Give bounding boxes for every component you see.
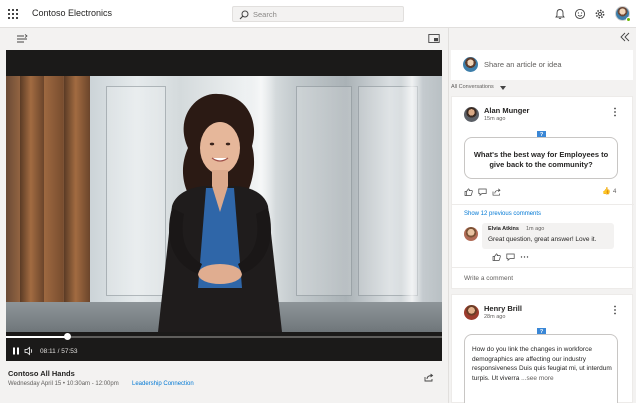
card-divider xyxy=(452,267,634,268)
top-bar: Contoso Electronics Search xyxy=(0,0,636,28)
composer-avatar xyxy=(463,57,478,72)
collapse-panel-icon[interactable] xyxy=(619,32,631,42)
caret-down-icon[interactable] xyxy=(500,86,506,90)
thumbs-up-icon: 👍 xyxy=(602,188,611,195)
bell-icon[interactable] xyxy=(554,8,566,20)
search-icon xyxy=(239,10,249,20)
author-avatar[interactable] xyxy=(464,107,479,122)
reply-comment-icon[interactable] xyxy=(506,253,515,261)
see-more-link[interactable]: ...see more xyxy=(521,375,554,382)
video-title: Contoso All Hands xyxy=(8,369,75,378)
reply-more-icon[interactable] xyxy=(520,253,529,261)
search-input[interactable]: Search xyxy=(253,10,277,19)
post-composer[interactable]: Share an article or idea xyxy=(451,50,633,80)
like-icon[interactable] xyxy=(464,188,473,196)
video-date: Wednesday April 15 • 10:30am - 12:00pm xyxy=(8,381,119,387)
smiley-icon[interactable] xyxy=(574,8,586,20)
seek-progress xyxy=(6,336,68,338)
reply-time: 1m ago xyxy=(526,226,545,232)
wood-pillar xyxy=(20,76,44,302)
time-readout: 08:11 / 57:53 xyxy=(40,348,78,355)
more-options-icon[interactable] xyxy=(613,107,617,117)
card-divider xyxy=(452,204,634,205)
video-player[interactable]: 08:11 / 57:53 xyxy=(6,50,442,361)
app-title[interactable]: Contoso Electronics xyxy=(32,8,112,18)
pause-icon[interactable] xyxy=(12,347,20,355)
comment-icon[interactable] xyxy=(478,188,487,196)
author-avatar[interactable] xyxy=(464,305,479,320)
like-count: 4 xyxy=(613,189,617,195)
conversation-panel: Share an article or idea All Conversatio… xyxy=(448,28,636,403)
presence-indicator xyxy=(626,17,631,22)
author-name[interactable]: Henry Brill xyxy=(484,304,522,313)
waffle-icon[interactable] xyxy=(8,9,18,19)
question-bubble: What's the best way for Employees to giv… xyxy=(464,137,618,179)
reply-like-icon[interactable] xyxy=(492,253,501,261)
post-time: 15m ago xyxy=(484,116,506,122)
wood-pillar xyxy=(64,76,90,302)
community-link[interactable]: Leadership Connection xyxy=(132,381,194,387)
seek-handle[interactable] xyxy=(63,333,71,340)
conversation-card: Henry Brill 28m ago ? How do you link th… xyxy=(451,294,633,403)
more-options-icon[interactable] xyxy=(613,305,617,315)
share-post-icon[interactable] xyxy=(492,188,501,196)
post-time: 28m ago xyxy=(484,314,506,320)
glass-panel xyxy=(296,86,352,296)
search-box[interactable]: Search xyxy=(232,6,404,22)
conversation-card: Alan Munger 15m ago ? What's the best wa… xyxy=(451,96,634,289)
reply-bubble: Elvia Atkins 1m ago Great question, grea… xyxy=(482,223,614,249)
composer-input[interactable]: Share an article or idea xyxy=(484,60,562,69)
list-menu-icon[interactable] xyxy=(16,33,28,44)
player-controls: 08:11 / 57:53 xyxy=(6,332,442,361)
share-icon[interactable] xyxy=(424,373,434,382)
reply-author-name[interactable]: Elvia Atkins xyxy=(488,226,519,232)
picture-in-picture-icon[interactable] xyxy=(428,33,440,44)
conversation-filter[interactable]: All Conversations xyxy=(451,84,494,90)
show-previous-comments-link[interactable]: Show 12 previous comments xyxy=(464,211,541,217)
presenter-figure xyxy=(158,93,282,332)
seek-bar[interactable] xyxy=(6,336,442,338)
question-text: What's the best way for Employees to giv… xyxy=(473,150,609,169)
video-toolbar xyxy=(0,28,448,50)
post-body: How do you link the changes in workforce… xyxy=(472,346,612,382)
gear-icon[interactable] xyxy=(594,8,606,20)
author-name[interactable]: Alan Munger xyxy=(484,106,529,115)
video-frame[interactable] xyxy=(6,76,442,332)
reply-text: Great question, great answer! Love it. xyxy=(488,236,597,243)
reply-author-avatar[interactable] xyxy=(464,227,478,241)
volume-icon[interactable] xyxy=(24,346,34,356)
write-comment-input[interactable]: Write a comment xyxy=(464,275,513,282)
light-glow xyxy=(401,76,423,302)
